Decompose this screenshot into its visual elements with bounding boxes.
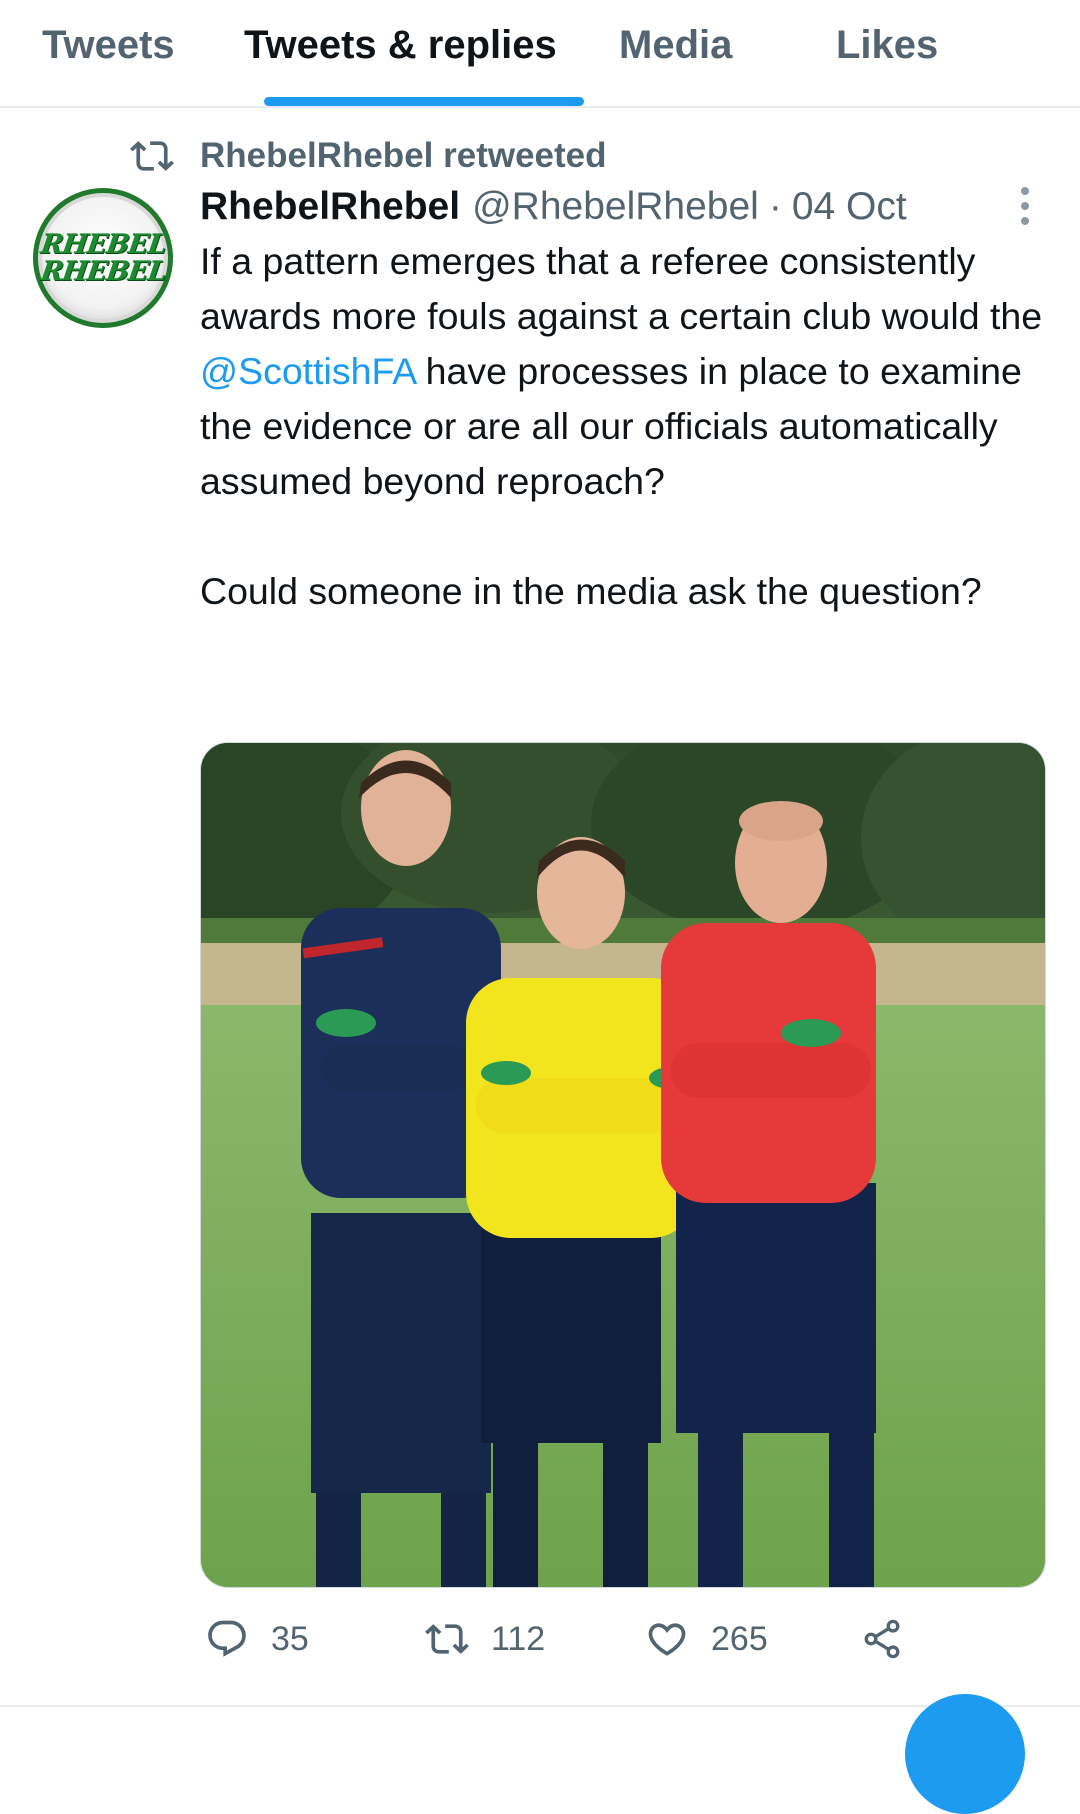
author-display-name[interactable]: RhebelRhebel [200,185,460,229]
photo-three-referees [201,743,1045,1587]
retweet-icon [425,1624,469,1654]
tweet-paragraph-1: If a pattern emerges that a referee cons… [200,234,1060,509]
tweet-text-part: If a pattern emerges that a referee cons… [200,240,1043,337]
tab-media[interactable]: Media [619,20,732,70]
tab-likes[interactable]: Likes [836,20,938,70]
retweet-icon [130,141,174,171]
tweet-photo[interactable] [200,742,1046,1588]
active-tab-indicator [264,97,584,106]
tweet-paragraph-2: Could someone in the media ask the quest… [200,570,982,612]
heart-icon [648,1623,686,1656]
reply-icon [208,1620,246,1657]
profile-tabs: Tweets Tweets & replies Media Likes [0,0,1080,108]
tweet-divider [0,1705,1080,1707]
retweet-button[interactable]: 112 [425,1612,545,1666]
tweet-date[interactable]: 04 Oct [792,185,907,229]
retweet-count: 112 [491,1619,546,1658]
tab-tweets-and-replies[interactable]: Tweets & replies [244,20,557,70]
reply-count: 35 [271,1619,309,1658]
share-icon [864,1619,900,1659]
header-separator: · [768,185,782,228]
reply-button[interactable]: 35 [205,1612,309,1666]
tab-tweets[interactable]: Tweets [42,20,175,70]
avatar[interactable]: RHEBEL RHEBEL [33,188,173,328]
more-options-button[interactable] [1010,184,1040,228]
avatar-logo-line-1: RHEBEL [38,229,168,260]
retweet-context[interactable]: RhebelRhebel retweeted [130,132,607,180]
share-button[interactable] [860,1612,926,1666]
compose-tweet-button[interactable] [905,1694,1025,1814]
like-button[interactable]: 265 [645,1612,768,1666]
author-handle[interactable]: @RhebelRhebel [472,185,759,229]
more-vertical-icon [1021,187,1029,225]
retweet-context-text: RhebelRhebel retweeted [200,136,607,175]
tweet-header: RhebelRhebel @RhebelRhebel · 04 Oct [200,183,907,231]
tweet-actions: 35 112 265 [0,1600,1080,1680]
tweet-text: If a pattern emerges that a referee cons… [200,234,1060,619]
mention-link[interactable]: @ScottishFA [200,350,415,392]
avatar-logo-line-2: RHEBEL [38,256,168,287]
like-count: 265 [711,1619,768,1658]
